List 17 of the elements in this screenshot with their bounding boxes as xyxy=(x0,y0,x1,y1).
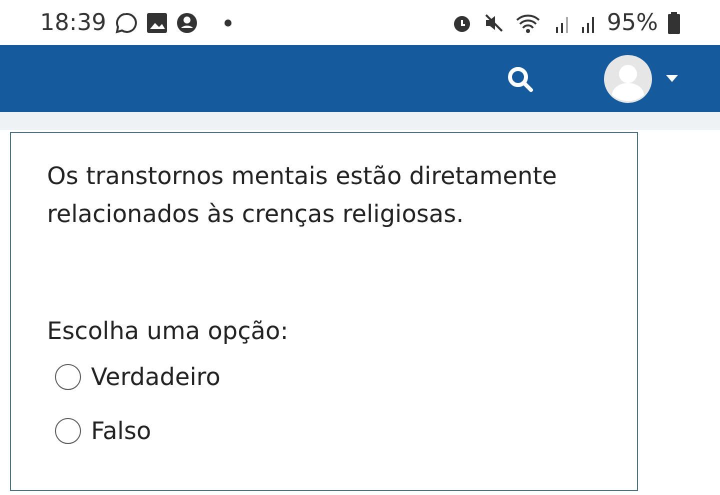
option-label[interactable]: Verdadeiro xyxy=(91,363,220,391)
radio-button[interactable] xyxy=(55,418,81,444)
clock-time: 18:39 xyxy=(40,10,106,36)
radio-button[interactable] xyxy=(55,364,81,390)
question-text: Os transtornos mentais estão diretamente relacionados às crenças religiosas. xyxy=(47,161,558,230)
account-icon xyxy=(176,12,198,34)
option-label[interactable]: Falso xyxy=(91,417,152,445)
caret-icon[interactable] xyxy=(666,75,678,82)
chat-icon xyxy=(114,10,138,34)
prompt-text: Escolha uma opção: xyxy=(47,317,290,345)
battery-percentage: 95% xyxy=(606,10,658,36)
dot-icon xyxy=(224,18,232,26)
image-icon xyxy=(146,12,168,34)
avatar-icon[interactable] xyxy=(604,54,652,102)
mute-icon xyxy=(482,12,505,34)
search-icon[interactable] xyxy=(506,64,534,92)
battery-icon xyxy=(668,12,680,34)
